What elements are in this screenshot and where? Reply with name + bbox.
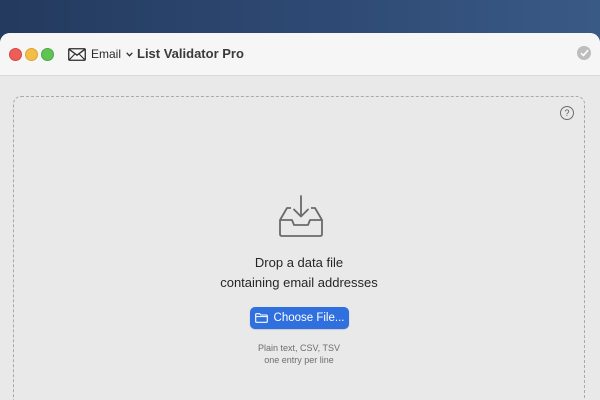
choose-file-button[interactable]: Choose File... <box>250 307 349 329</box>
file-drop-zone[interactable]: ? Drop a data file containing email addr… <box>13 96 585 400</box>
envelope-icon <box>68 47 86 61</box>
help-button[interactable]: ? <box>560 106 574 120</box>
chevron-down-icon <box>126 51 133 57</box>
checkmark-circle-icon <box>577 46 591 60</box>
close-window-button[interactable] <box>9 48 22 61</box>
main-content: ? Drop a data file containing email addr… <box>0 76 600 400</box>
inbox-tray-download-icon <box>278 193 324 244</box>
folder-icon <box>254 313 268 323</box>
choose-file-label: Choose File... <box>273 312 345 324</box>
title-bar: Email List Validator Pro <box>0 33 600 76</box>
entry-format-hint: one entry per line <box>264 355 334 365</box>
mode-picker[interactable]: Email <box>68 45 133 63</box>
zoom-window-button[interactable] <box>41 48 54 61</box>
app-title: List Validator Pro <box>137 46 244 61</box>
minimize-window-button[interactable] <box>25 48 38 61</box>
app-window: Email List Validator Pro ? Drop a data f… <box>0 33 600 400</box>
mode-label: Email <box>91 47 122 61</box>
desktop-background: Email List Validator Pro ? Drop a data f… <box>0 0 600 400</box>
supported-formats-hint: Plain text, CSV, TSV <box>257 343 341 353</box>
drop-title-line-2: containing email addresses <box>220 275 378 290</box>
drop-title-line-1: Drop a data file <box>254 255 344 270</box>
